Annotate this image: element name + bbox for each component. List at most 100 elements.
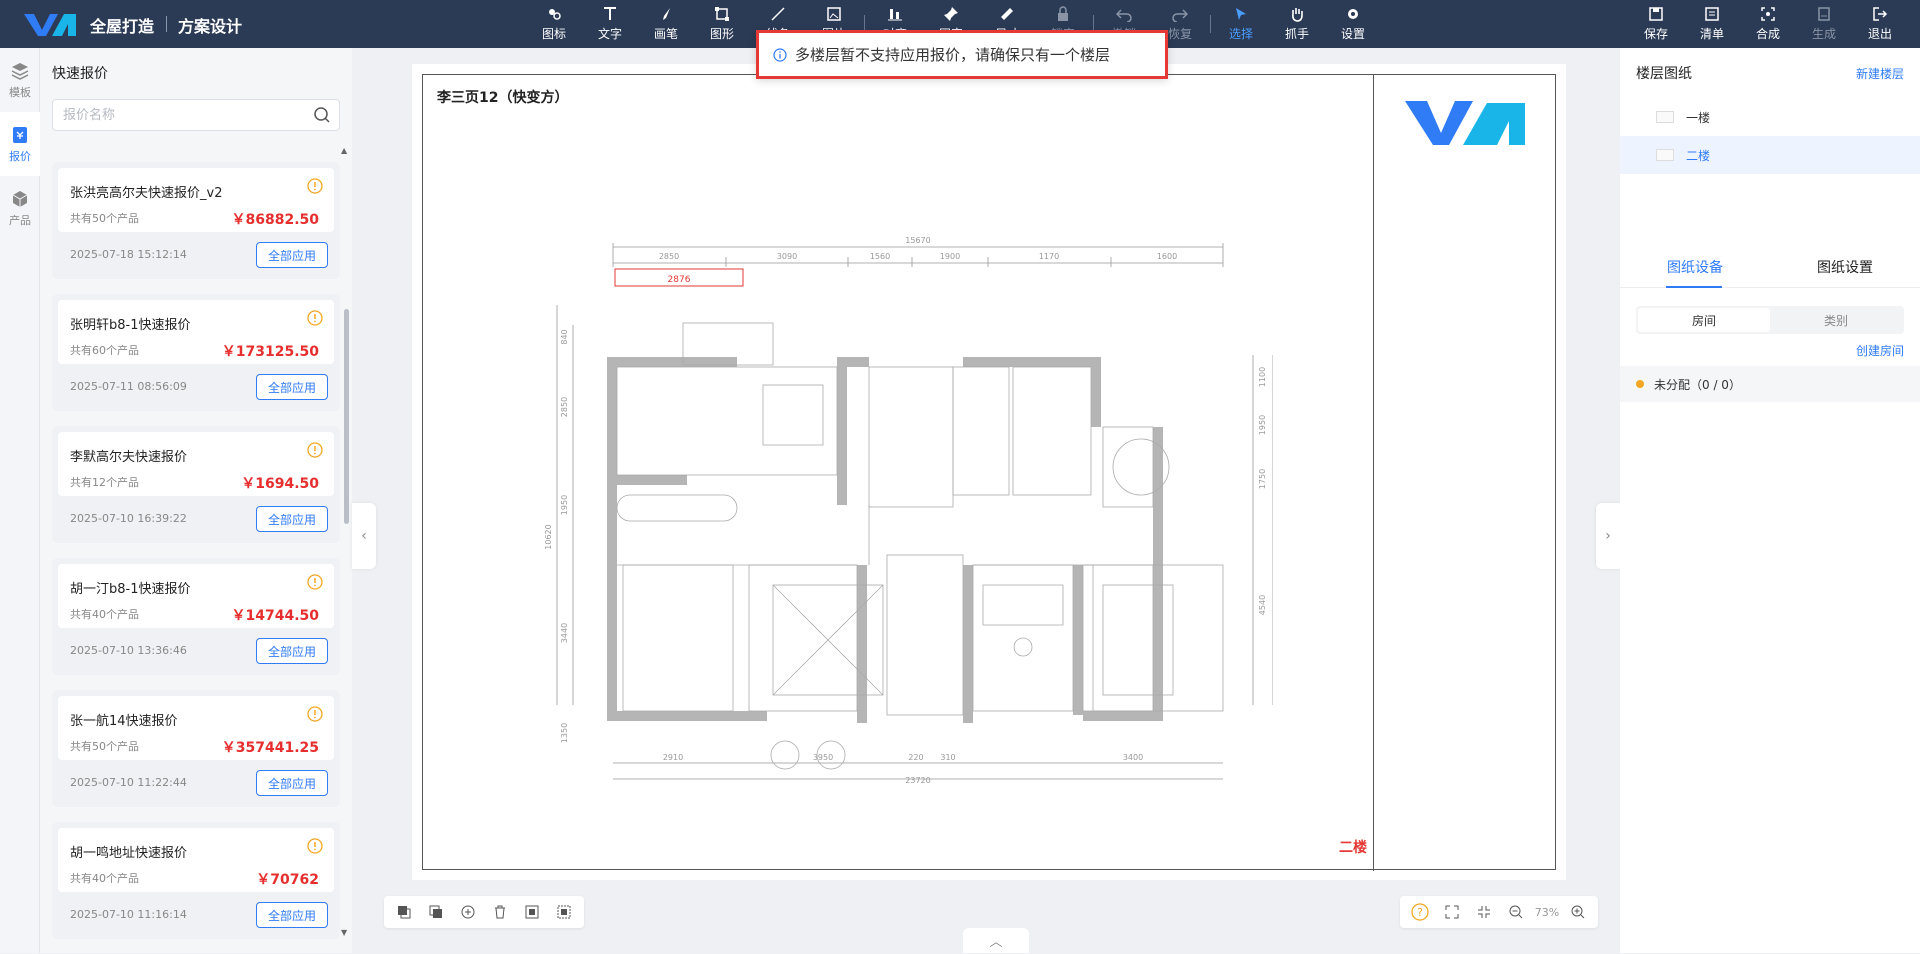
collapse-left-panel-button[interactable]: ‹ xyxy=(352,503,376,569)
scrollbar-thumb[interactable] xyxy=(344,309,349,524)
new-floor-link[interactable]: 新建楼层 xyxy=(1856,65,1904,82)
floor-plan-drawing[interactable]: 2876 15670 2850 3090 1560 1900 1170 1600… xyxy=(513,145,1273,785)
dimension-top: 1900 xyxy=(940,252,960,261)
ruler-icon xyxy=(1001,8,1013,20)
duplicate-button[interactable] xyxy=(420,896,452,928)
tool-label: 恢复 xyxy=(1167,27,1192,41)
warning-icon[interactable] xyxy=(307,838,323,854)
segment-category[interactable]: 类别 xyxy=(1770,308,1902,332)
dimension-left: 1950 xyxy=(560,495,569,515)
scroll-up-arrow-icon[interactable]: ▲ xyxy=(341,146,347,155)
apply-all-button[interactable]: 全部应用 xyxy=(256,506,328,532)
segment-room[interactable]: 房间 xyxy=(1638,308,1770,332)
quote-card: 胡一鸣地址快速报价 共有40个产品 ￥70762 2025-07-10 11:1… xyxy=(52,822,340,939)
floor-item-second[interactable]: 二楼 xyxy=(1620,136,1920,174)
line-icon xyxy=(771,7,785,21)
cursor-icon xyxy=(1236,8,1246,20)
delete-button[interactable] xyxy=(484,896,516,928)
dimension-top-total: 15670 xyxy=(905,236,930,245)
room-category-toggle: 房间 类别 xyxy=(1636,306,1904,334)
apply-all-button[interactable]: 全部应用 xyxy=(256,770,328,796)
fullscreen-icon xyxy=(1445,905,1459,919)
hand-tool-button[interactable]: 抓手 xyxy=(1269,0,1325,48)
warning-icon[interactable] xyxy=(307,442,323,458)
pin-icon xyxy=(944,7,958,21)
drawing-canvas[interactable]: 李三页12（快变方） 二楼 2876 15670 2850 3090 1560 … xyxy=(412,64,1566,880)
gear-icon xyxy=(1348,9,1358,19)
svg-text:?: ? xyxy=(1417,906,1423,919)
tool-text-button[interactable]: 文字 xyxy=(582,0,638,48)
sidebar-item-templates[interactable]: 模板 xyxy=(0,48,40,112)
search-icon[interactable] xyxy=(313,106,331,124)
product-count: 共有40个产品 xyxy=(70,872,139,885)
layers-icon xyxy=(11,62,29,80)
select-tool-button[interactable]: 选择 xyxy=(1213,0,1269,48)
tool-label: 退出 xyxy=(1867,27,1892,41)
fullscreen-button[interactable] xyxy=(1436,896,1468,928)
floor-item-first[interactable]: 一楼 xyxy=(1620,98,1920,136)
quote-price: ￥14744.50 xyxy=(231,608,319,624)
product-count: 共有50个产品 xyxy=(70,212,139,225)
scroll-down-arrow-icon[interactable]: ▼ xyxy=(341,928,347,937)
tool-label: 保存 xyxy=(1643,27,1668,41)
quote-price: ￥70762 xyxy=(256,872,319,888)
quote-date: 2025-07-10 11:22:44 xyxy=(70,776,187,789)
copy-button[interactable] xyxy=(388,896,420,928)
panel-title: 快速报价 xyxy=(52,66,108,82)
text-icon xyxy=(604,7,616,20)
generate-button[interactable]: 生成 xyxy=(1796,0,1852,48)
warning-toast: 多楼层暂不支持应用报价，请确保只有一个楼层 xyxy=(756,30,1168,79)
add-layer-button[interactable] xyxy=(452,896,484,928)
tool-shape-button[interactable]: 图形 xyxy=(694,0,750,48)
zoom-out-button[interactable] xyxy=(1500,896,1532,928)
create-room-link[interactable]: 创建房间 xyxy=(1856,342,1904,359)
warning-icon[interactable] xyxy=(307,310,323,326)
save-button[interactable]: 保存 xyxy=(1628,0,1684,48)
redo-icon xyxy=(1172,9,1188,22)
sidebar-item-products[interactable]: 产品 xyxy=(0,176,40,240)
toast-message: 多楼层暂不支持应用报价，请确保只有一个楼层 xyxy=(795,46,1111,64)
zoom-in-button[interactable] xyxy=(1562,896,1594,928)
quote-price: ￥357441.25 xyxy=(221,740,319,756)
quote-list: 张洪亮高尔夫快速报价_v2 共有50个产品 ￥86882.50 2025-07-… xyxy=(52,162,340,954)
apply-all-button[interactable]: 全部应用 xyxy=(256,638,328,664)
chevron-up-icon: ︿ xyxy=(989,935,1003,950)
warning-icon[interactable] xyxy=(307,178,323,194)
unassigned-group[interactable]: 未分配（0 / 0） xyxy=(1620,366,1920,402)
tab-drawing-devices[interactable]: 图纸设备 xyxy=(1620,246,1770,288)
list-button[interactable]: 清单 xyxy=(1684,0,1740,48)
compose-button[interactable]: 合成 xyxy=(1740,0,1796,48)
dimension-top: 1560 xyxy=(870,252,890,261)
warning-icon[interactable] xyxy=(307,706,323,722)
quote-name: 胡一鸣地址快速报价 xyxy=(70,846,188,861)
chevron-right-icon: › xyxy=(1605,528,1611,544)
search-input[interactable] xyxy=(63,101,303,129)
quote-card-header: 胡一鸣地址快速报价 共有40个产品 ￥70762 xyxy=(58,828,334,892)
help-button[interactable]: ? xyxy=(1404,896,1436,928)
quote-card-header: 张明轩b8-1快速报价 共有60个产品 ￥173125.50 xyxy=(58,300,334,364)
file-actions: 保存 清单 合成 生成 退出 xyxy=(1628,0,1908,48)
ungroup-button[interactable] xyxy=(548,896,580,928)
exit-icon xyxy=(1873,7,1888,21)
expand-bottom-panel-button[interactable]: ︿ xyxy=(963,928,1029,953)
apply-all-button[interactable]: 全部应用 xyxy=(256,242,328,268)
product-count: 共有60个产品 xyxy=(70,344,139,357)
product-count: 共有12个产品 xyxy=(70,476,139,489)
exit-button[interactable]: 退出 xyxy=(1852,0,1908,48)
collapse-right-panel-button[interactable]: › xyxy=(1596,503,1620,569)
dimension-left: 2850 xyxy=(560,397,569,417)
fit-screen-button[interactable] xyxy=(1468,896,1500,928)
quote-card-header: 张一航14快速报价 共有50个产品 ￥357441.25 xyxy=(58,696,334,760)
quote-name: 李默高尔夫快速报价 xyxy=(70,450,188,465)
apply-all-button[interactable]: 全部应用 xyxy=(256,374,328,400)
apply-all-button[interactable]: 全部应用 xyxy=(256,902,328,928)
warning-icon[interactable] xyxy=(307,574,323,590)
floor-label: 二楼 xyxy=(1686,148,1711,163)
tool-brush-button[interactable]: 画笔 xyxy=(638,0,694,48)
tab-drawing-settings[interactable]: 图纸设置 xyxy=(1770,246,1920,288)
tool-icon-button[interactable]: 图标 xyxy=(526,0,582,48)
quote-card: 张洪亮高尔夫快速报价_v2 共有50个产品 ￥86882.50 2025-07-… xyxy=(52,162,340,279)
settings-button[interactable]: 设置 xyxy=(1325,0,1381,48)
sidebar-item-quote[interactable]: 报价 xyxy=(0,112,40,176)
group-button[interactable] xyxy=(516,896,548,928)
